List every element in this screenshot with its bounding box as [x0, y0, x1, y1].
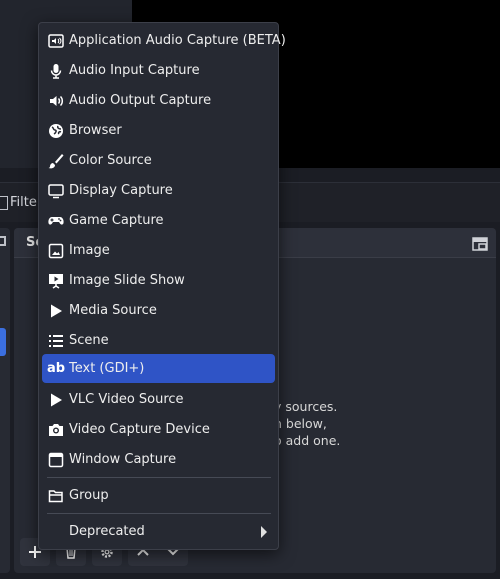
menu-separator	[47, 477, 271, 478]
empty-line: o add one.	[274, 433, 341, 448]
menu-item-deprecated[interactable]: Deprecated	[42, 517, 275, 546]
empty-line: y sources.	[274, 399, 338, 414]
image-icon	[48, 243, 64, 259]
menu-item-label: Color Source	[69, 153, 152, 168]
dock-icon[interactable]	[0, 236, 6, 246]
empty-line: n below,	[274, 416, 327, 431]
menu-item-application-audio-capture[interactable]: Application Audio Capture (BETA)	[42, 26, 286, 55]
filter-checkbox[interactable]	[0, 196, 8, 210]
menu-item-game-capture[interactable]: Game Capture	[42, 206, 275, 235]
gamepad-icon	[48, 213, 64, 229]
menu-item-label: Deprecated	[69, 524, 145, 539]
menu-item-scene[interactable]: Scene	[42, 326, 275, 355]
submenu-arrow-icon	[261, 526, 267, 538]
folder-icon	[48, 488, 64, 504]
menu-item-label: Video Capture Device	[69, 422, 210, 437]
microphone-icon	[48, 63, 64, 79]
list-icon	[48, 333, 64, 349]
menu-item-label: Scene	[69, 333, 109, 348]
menu-item-media-source[interactable]: Media Source	[42, 296, 275, 325]
play-icon	[48, 303, 64, 319]
menu-item-video-capture-device[interactable]: Video Capture Device	[42, 415, 275, 444]
play-icon	[48, 392, 64, 408]
menu-item-text-gdi[interactable]: ab Text (GDI+)	[42, 354, 275, 383]
globe-icon	[48, 123, 64, 139]
menu-separator	[47, 513, 271, 514]
app-audio-icon	[48, 33, 64, 49]
slideshow-icon	[48, 273, 64, 289]
menu-item-label: Application Audio Capture (BETA)	[69, 33, 286, 48]
menu-item-label: Group	[69, 488, 109, 503]
menu-item-label: Game Capture	[69, 213, 164, 228]
camera-icon	[48, 422, 64, 438]
menu-item-label: Display Capture	[69, 183, 173, 198]
menu-item-browser[interactable]: Browser	[42, 116, 275, 145]
menu-item-label: Audio Output Capture	[69, 93, 212, 108]
sources-empty-message: y sources. n below, o add one.	[274, 398, 340, 449]
text-icon: ab	[46, 361, 66, 376]
speaker-icon	[48, 93, 64, 109]
menu-item-image[interactable]: Image	[42, 236, 275, 265]
add-source-menu: Application Audio Capture (BETA) Audio I…	[38, 22, 286, 550]
window-icon	[48, 452, 64, 468]
menu-item-image-slide-show[interactable]: Image Slide Show	[42, 266, 275, 295]
undock-icon[interactable]	[472, 236, 488, 251]
menu-item-display-capture[interactable]: Display Capture	[42, 176, 275, 205]
menu-item-vlc-video-source[interactable]: VLC Video Source	[42, 385, 275, 414]
menu-item-audio-output-capture[interactable]: Audio Output Capture	[42, 86, 275, 115]
menu-icon-spacer	[48, 524, 64, 540]
scenes-panel	[0, 228, 10, 573]
selected-scene-indicator[interactable]	[0, 328, 6, 356]
menu-item-label: Image	[69, 243, 110, 258]
menu-item-label: Browser	[69, 123, 122, 138]
menu-item-audio-input-capture[interactable]: Audio Input Capture	[42, 56, 275, 85]
menu-item-label: Audio Input Capture	[69, 63, 200, 78]
menu-item-label: Image Slide Show	[69, 273, 185, 288]
menu-item-label: Media Source	[69, 303, 157, 318]
brush-icon	[48, 153, 64, 169]
menu-item-window-capture[interactable]: Window Capture	[42, 445, 275, 474]
menu-item-color-source[interactable]: Color Source	[42, 146, 275, 175]
menu-item-label: VLC Video Source	[69, 392, 184, 407]
menu-item-label: Window Capture	[69, 452, 177, 467]
monitor-icon	[48, 183, 64, 199]
menu-item-label: Text (GDI+)	[69, 361, 145, 376]
menu-item-group[interactable]: Group	[42, 481, 275, 510]
